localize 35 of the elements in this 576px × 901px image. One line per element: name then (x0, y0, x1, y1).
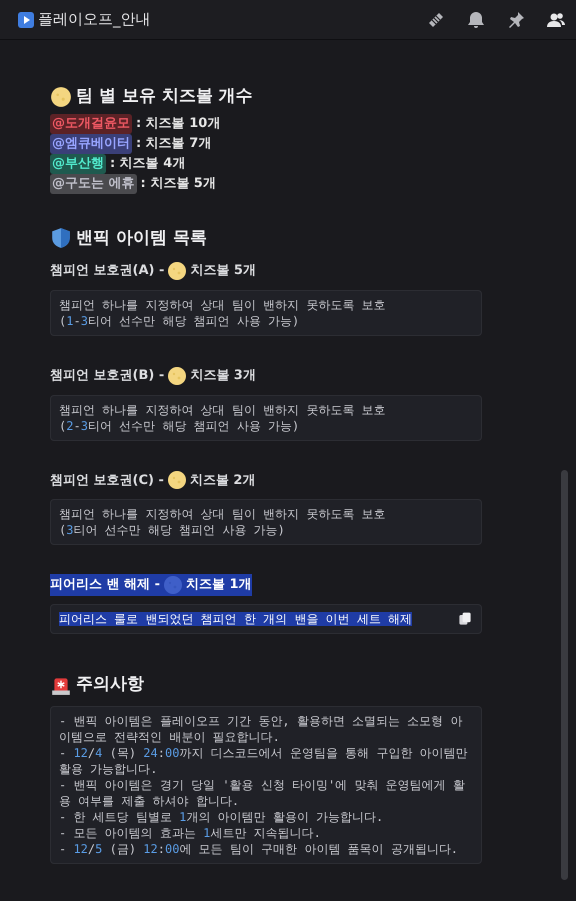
cheese-count: : 치즈볼 4개 (110, 154, 186, 172)
cheese-ball-icon (166, 470, 187, 490)
code-block: 챔피언 하나를 지정하여 상대 팀이 밴하지 못하도록 보호 (3티어 선수만 해당 챔피언 사용 가능) (50, 499, 482, 546)
code-block: - 밴픽 아이템은 플레이오프 기간 동안, 활용하면 소멸되는 소모형 아이템으로 전략적인 배분이 필요합니다. - 12/4 (목) 24:00까지 디스코드에서 운영팀을 통해 구입한 아이템만 활용 가능합니다. - 밴픽 아이템은 경기 당일 '활용 신청 타이밍'에 맞춰 운영팀에게 활용 여부를 제출 하셔야 합니다. - 한 세트당 팀별로 1개의 아이템만 활용이 가능합니다. - 모든 아이템의 효과는 1세트만 지속됩니다. - 12/5 (금) 12:00에 모든 팀이 구매한 아이템 품목이 공개됩니다. (50, 706, 482, 864)
cheese-count: : 치즈볼 5개 (140, 174, 216, 192)
mention[interactable]: @구도는 에휴 (50, 174, 137, 194)
item-cost: 치즈볼 3개 (190, 366, 256, 385)
section-heading: 밴픽 아이템 목록 (76, 226, 207, 250)
section-heading: 주의사항 (76, 673, 144, 696)
cheese-count: : 치즈볼 7개 (136, 134, 212, 152)
item-name: 챔피언 보호권(A) - (50, 262, 164, 280)
code-block: 챔피언 하나를 지정하여 상대 팀이 밴하지 못하도록 보호 (2-3티어 선수만 해당 챔피언 사용 가능) (50, 394, 482, 440)
item-cost: 치즈볼 5개 (190, 262, 256, 280)
mention[interactable]: @도개걸윤모 (50, 114, 132, 134)
cheese-ball-icon (167, 260, 188, 281)
cheese-count: : 치즈볼 10개 (136, 114, 220, 132)
channel-title: 플레이오프_안내 (38, 9, 150, 30)
mention[interactable]: @엠큐베이터 (50, 134, 132, 154)
mention[interactable]: @부산행 (50, 154, 106, 174)
scrollbar[interactable] (561, 470, 568, 880)
copy-icon[interactable] (457, 611, 473, 627)
cheese-ball-icon (167, 366, 188, 386)
item-name: 챔피언 보호권(B) - (50, 366, 164, 385)
bell-icon[interactable] (466, 10, 486, 30)
item-cost: 치즈볼 1개 (186, 576, 252, 594)
cheese-ball-icon (162, 575, 183, 595)
cheese-ball-icon (50, 86, 72, 108)
play-icon (18, 12, 34, 28)
item-cost: 치즈볼 2개 (190, 472, 256, 490)
item-name: 피어리스 밴 해제 - (50, 576, 160, 594)
code-block: 피어리스 룰로 밴되었던 챔피언 한 개의 밴을 이번 세트 해제 (50, 604, 482, 634)
item-name: 챔피언 보호권(C) - (50, 472, 164, 490)
shield-icon (50, 227, 72, 250)
code-block: 챔피언 하나를 지정하여 상대 팀이 밴하지 못하도록 보호 (1-3티어 선수만 해당 챔피언 사용 가능) (50, 290, 482, 336)
section-heading: 팀 별 보유 치즈볼 개수 (76, 85, 253, 108)
